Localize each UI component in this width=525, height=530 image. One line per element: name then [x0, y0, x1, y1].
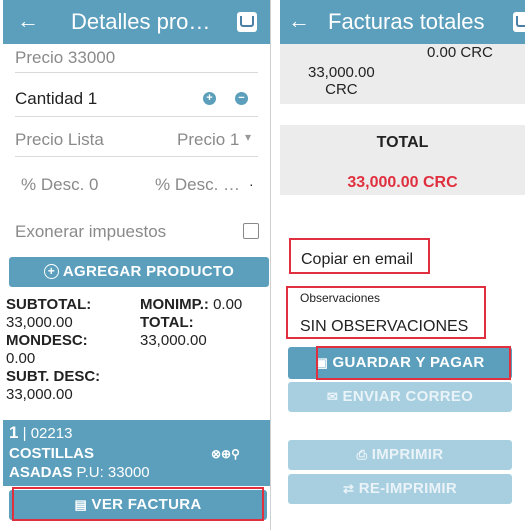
desc-field-2[interactable]: % Desc. …: [155, 175, 240, 195]
cantidad-field[interactable]: Cantidad 1: [15, 89, 97, 109]
add-circle-icon: +: [43, 264, 59, 279]
imprimir-button[interactable]: ⎙ IMPRIMIR: [288, 440, 512, 470]
invoice-totals-screen: ← Facturas totales 0.00 CRC 33,000.00 CR…: [280, 0, 525, 530]
item-name-line1: COSTILLAS: [9, 445, 94, 462]
highlight-box: [316, 346, 511, 380]
highlight-box: [289, 238, 430, 274]
amount-line2: CRC: [325, 81, 358, 98]
precio-field[interactable]: Precio 33000: [15, 48, 115, 68]
add-product-label: AGREGAR PRODUCTO: [62, 263, 235, 280]
divider: [15, 116, 258, 117]
divider: [15, 156, 258, 157]
app-bar: ← Facturas totales: [280, 0, 525, 44]
item-name-line2: ASADAS: [9, 464, 73, 481]
amount-line1: 33,000.00: [308, 64, 375, 81]
highlight-box: [286, 286, 486, 339]
reimprimir-label: RE-IMPRIMIR: [358, 480, 457, 497]
reprint-icon: ⇄: [343, 481, 355, 496]
item-price: P.U: 33000: [72, 464, 150, 481]
precio-lista-label: Precio Lista: [15, 130, 104, 149]
subtotal-value: 33,000.00: [6, 314, 73, 331]
reimprimir-button[interactable]: ⇄ RE-IMPRIMIR: [288, 474, 512, 504]
dropdown-caret-icon[interactable]: ▾: [245, 130, 251, 144]
top-right-value: 0.00 CRC: [427, 44, 493, 61]
increment-icon[interactable]: +: [203, 92, 216, 105]
total-amount: 33,000.00 CRC: [347, 174, 458, 191]
envelope-icon: ✉: [326, 389, 339, 404]
imprimir-label: IMPRIMIR: [371, 446, 444, 463]
add-product-button[interactable]: + AGREGAR PRODUCTO: [9, 257, 269, 287]
item-code: | 02213: [18, 425, 73, 442]
printer-icon: ⎙: [356, 447, 368, 462]
subtotal-label: SUBTOTAL:: [6, 296, 92, 313]
monimp-label: MONIMP.:: [140, 296, 209, 313]
totals-summary: SUBTOTAL: 33,000.00 MONDESC: 0.00 SUBT. …: [6, 296, 100, 404]
mondesc-label: MONDESC:: [6, 332, 88, 349]
divider: [15, 72, 258, 73]
exonerar-label: Exonerar impuestos: [15, 222, 167, 241]
highlight-box: [12, 487, 264, 521]
totals-summary-right: MONIMP.: 0.00 TOTAL: 33,000.00: [140, 296, 242, 350]
app-logo-icon: [513, 12, 525, 32]
app-logo-icon: [237, 12, 257, 32]
enviar-correo-label: ENVIAR CORREO: [342, 388, 474, 405]
back-arrow-icon[interactable]: ←: [288, 9, 310, 33]
total-heading: TOTAL: [376, 134, 429, 151]
decrement-icon[interactable]: −: [235, 92, 248, 105]
cart-item-row[interactable]: 1 | 02213 COSTILLAS ASADAS P.U: 33000 ⊗⊕…: [3, 420, 270, 486]
item-actions-icons[interactable]: ⊗⊕⚲: [211, 447, 240, 461]
total-value: 33,000.00: [140, 332, 207, 349]
subt-desc-label: SUBT. DESC:: [6, 368, 101, 385]
total-label: TOTAL:: [140, 314, 194, 331]
total-card: TOTAL 33,000.00 CRC: [280, 125, 525, 195]
enviar-correo-button[interactable]: ✉ ENVIAR CORREO: [288, 382, 512, 412]
monimp-value: 0.00: [213, 296, 243, 313]
totals-card-top: 0.00 CRC 33,000.00 CRC: [280, 44, 525, 104]
app-bar: ← Detalles pro…: [3, 0, 270, 44]
back-arrow-icon[interactable]: ←: [17, 9, 39, 33]
exonerar-checkbox[interactable]: [243, 223, 259, 239]
desc-field-1[interactable]: % Desc. 0: [21, 175, 98, 195]
subt-desc-value: 33,000.00: [6, 386, 73, 403]
mondesc-value: 0.00: [6, 350, 36, 367]
screen-title: Detalles pro…: [71, 9, 211, 34]
product-details-screen: ← Detalles pro… Precio 33000 Cantidad 1 …: [3, 0, 271, 530]
screen-title: Facturas totales: [328, 9, 485, 34]
dot-icon: ·: [249, 176, 254, 192]
precio-select[interactable]: Precio 1: [177, 130, 239, 150]
